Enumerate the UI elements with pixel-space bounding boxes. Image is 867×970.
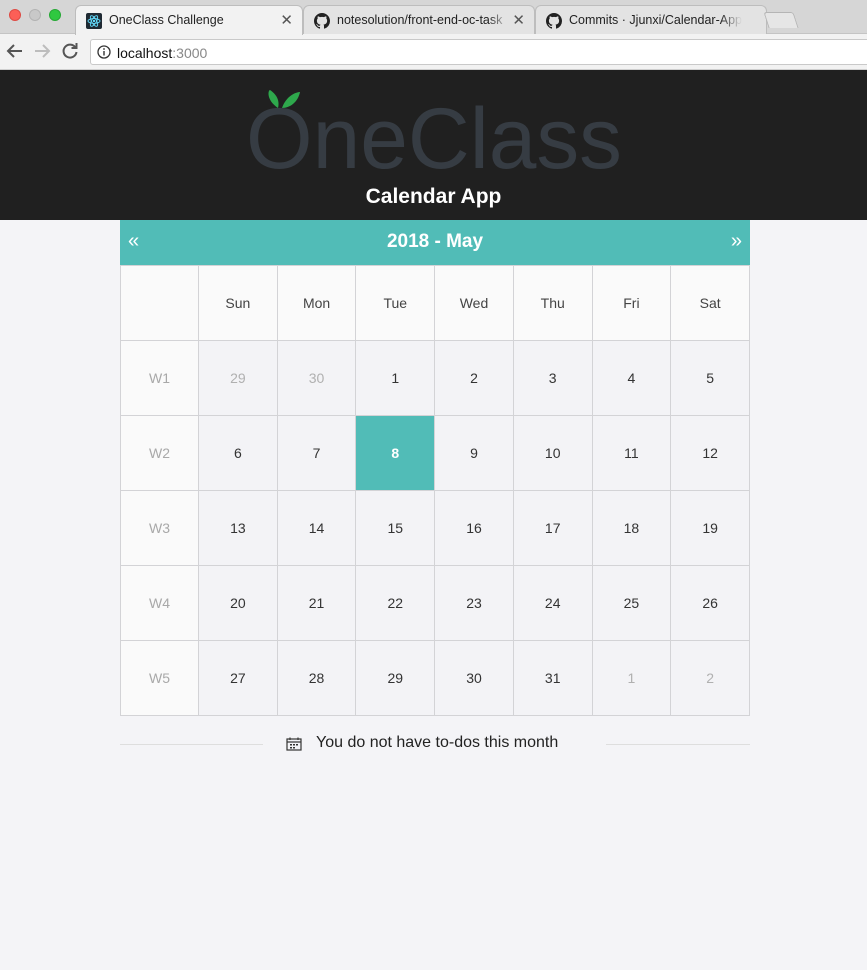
day-cell[interactable]: 26 [671, 566, 750, 641]
weekday-header-fri: Fri [592, 266, 672, 341]
todo-message: You do not have to-dos this month [316, 734, 559, 751]
day-cell[interactable]: 16 [435, 491, 514, 566]
grid-corner [121, 266, 199, 341]
back-arrow-icon[interactable] [4, 40, 26, 62]
week-label: W2 [121, 416, 199, 491]
day-cell[interactable]: 9 [435, 416, 514, 491]
divider [606, 744, 750, 745]
calendar-icon [286, 737, 302, 751]
url-port: :3000 [172, 45, 208, 61]
day-cell[interactable]: 10 [513, 416, 593, 491]
github-icon [314, 13, 331, 29]
day-cell[interactable]: 21 [277, 566, 357, 641]
week-label: W1 [121, 341, 199, 416]
todo-section: You do not have to-dos this month [120, 728, 750, 758]
day-cell[interactable]: 18 [592, 491, 672, 566]
day-cell[interactable]: 4 [592, 341, 672, 416]
day-cell[interactable]: 3 [513, 341, 593, 416]
day-cell[interactable]: 31 [513, 641, 593, 716]
weekday-header-sat: Sat [671, 266, 750, 341]
day-cell[interactable]: 1 [592, 641, 672, 716]
day-cell[interactable]: 25 [592, 566, 672, 641]
week-label: W3 [121, 491, 199, 566]
day-cell[interactable]: 22 [356, 566, 436, 641]
day-cell[interactable]: 20 [199, 566, 278, 641]
day-cell[interactable]: 1 [356, 341, 436, 416]
weekday-header-tue: Tue [356, 266, 436, 341]
browser-tab-github-task[interactable]: notesolution/front-end-oc-task ✕ [303, 5, 535, 34]
browser-toolbar: localhost:3000 [0, 34, 867, 70]
window-minimize-button[interactable] [29, 9, 41, 21]
day-cell[interactable]: 24 [513, 566, 593, 641]
day-cell[interactable]: 13 [199, 491, 278, 566]
day-cell[interactable]: 19 [671, 491, 750, 566]
week-label: W4 [121, 566, 199, 641]
browser-tab-bar: OneClass Challenge ✕ notesolution/front-… [0, 0, 867, 35]
weekday-header-wed: Wed [435, 266, 514, 341]
day-cell[interactable]: 29 [199, 341, 278, 416]
weekday-header-mon: Mon [277, 266, 357, 341]
day-cell[interactable]: 6 [199, 416, 278, 491]
divider [120, 744, 263, 745]
tab-label: Commits · Jjunxi/Calendar-App [569, 13, 742, 27]
browser-tab-oneclass[interactable]: OneClass Challenge ✕ [75, 5, 303, 35]
day-cell[interactable]: 17 [513, 491, 593, 566]
weekday-header-sun: Sun [199, 266, 278, 341]
day-cell[interactable]: 30 [277, 341, 357, 416]
react-icon [86, 13, 102, 29]
info-icon[interactable] [97, 45, 111, 59]
app-header: OneClass Calendar App [0, 70, 867, 220]
calendar-grid: Sun Mon Tue Wed Thu Fri Sat W1 29 30 1 2 3 4 5 W2 6 7 8 9 10… [120, 265, 750, 716]
day-cell[interactable]: 30 [435, 641, 514, 716]
window-close-button[interactable] [9, 9, 21, 21]
day-cell-selected[interactable]: 8 [356, 416, 436, 491]
day-cell[interactable]: 2 [435, 341, 514, 416]
window-zoom-button[interactable] [49, 9, 61, 21]
github-icon [546, 13, 563, 29]
day-cell[interactable]: 28 [277, 641, 357, 716]
app-title: Calendar App [365, 185, 502, 208]
day-cell[interactable]: 5 [671, 341, 750, 416]
browser-tab-github-commits[interactable]: Commits · Jjunxi/Calendar-App [535, 5, 767, 34]
tab-close-icon[interactable]: ✕ [512, 11, 525, 29]
day-cell[interactable]: 2 [671, 641, 750, 716]
calendar: « 2018 - May » Sun Mon Tue Wed Thu Fri Sat W1 29… [120, 220, 750, 716]
week-label: W5 [121, 641, 199, 716]
calendar-title: 2018 - May [386, 231, 484, 252]
oneclass-logo: OneClass [246, 90, 622, 174]
tab-close-icon[interactable]: ✕ [280, 11, 293, 29]
logo-text: OneClass [246, 91, 622, 174]
new-tab-button[interactable] [763, 12, 799, 28]
day-cell[interactable]: 29 [356, 641, 436, 716]
day-cell[interactable]: 15 [356, 491, 436, 566]
day-cell[interactable]: 14 [277, 491, 357, 566]
tab-label: notesolution/front-end-oc-task [337, 13, 503, 27]
day-cell[interactable]: 23 [435, 566, 514, 641]
forward-arrow-icon[interactable] [31, 40, 53, 62]
url-host: localhost [117, 45, 173, 61]
day-cell[interactable]: 27 [199, 641, 278, 716]
day-cell[interactable]: 11 [592, 416, 672, 491]
weekday-header-thu: Thu [513, 266, 593, 341]
calendar-header: « 2018 - May » [120, 220, 750, 265]
day-cell[interactable]: 7 [277, 416, 357, 491]
next-month-button[interactable]: » [731, 231, 742, 251]
address-bar[interactable]: localhost:3000 [90, 39, 867, 65]
tab-label: OneClass Challenge [109, 13, 224, 27]
url-text: localhost:3000 [117, 45, 207, 61]
day-cell[interactable]: 12 [671, 416, 750, 491]
reload-icon[interactable] [59, 40, 81, 62]
